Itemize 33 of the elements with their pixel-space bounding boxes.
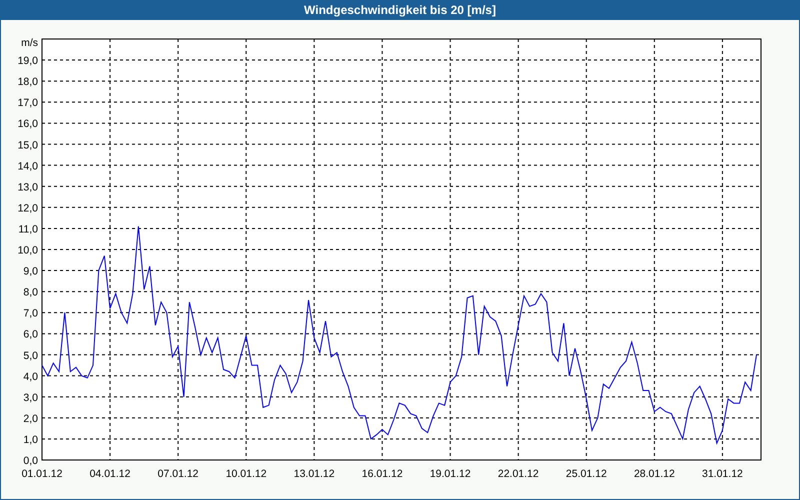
axis-tick-label: 07.01.12 <box>158 468 199 480</box>
axis-tick-label: 19.01.12 <box>430 468 471 480</box>
axis-tick-label: 15,0 <box>18 139 38 152</box>
axis-tick-label: 6,0 <box>23 328 38 341</box>
axis-tick-label: 12,0 <box>18 202 38 214</box>
axis-tick-label: 1,0 <box>23 434 38 446</box>
axis-tick-label: 04.01.12 <box>90 468 130 480</box>
axis-tick-label: 16,0 <box>18 118 38 130</box>
axis-tick-label: 13,0 <box>18 181 38 194</box>
axis-tick-label: 3,0 <box>23 392 38 404</box>
axis-tick-label: 10,0 <box>18 244 38 256</box>
axis-tick-label: 28.01.12 <box>634 468 675 480</box>
axis-tick-label: 17,0 <box>18 97 38 110</box>
axis-tick-label: 18,0 <box>18 76 38 88</box>
axis-unit-label: m/s <box>21 37 38 49</box>
axis-tick-label: 14,0 <box>18 160 38 172</box>
axis-tick-label: 2,0 <box>23 412 38 425</box>
axis-tick-label: 0,0 <box>23 455 38 467</box>
axis-tick-label: 25.01.12 <box>566 468 607 480</box>
axis-tick-label: 10.01.12 <box>226 468 267 480</box>
axis-tick-label: 11,0 <box>18 223 38 236</box>
axis-tick-label: 8,0 <box>23 286 38 299</box>
axis-tick-label: 22.01.12 <box>498 468 539 480</box>
axis-tick-label: 13.01.12 <box>294 468 335 480</box>
axis-tick-label: 7,0 <box>23 308 38 320</box>
axis-tick-label: 01.01.12 <box>22 468 62 480</box>
axis-tick-label: 4,0 <box>23 370 38 383</box>
axis-tick-label: 19,0 <box>18 55 38 68</box>
axis-tick-label: 31.01.12 <box>702 468 743 480</box>
axis-tick-label: 5,0 <box>23 350 38 362</box>
chart-title: Windgeschwindigkeit bis 20 [m/s] <box>0 0 800 20</box>
axis-tick-label: 9,0 <box>23 266 38 278</box>
axis-tick-label: 16.01.12 <box>362 468 403 480</box>
